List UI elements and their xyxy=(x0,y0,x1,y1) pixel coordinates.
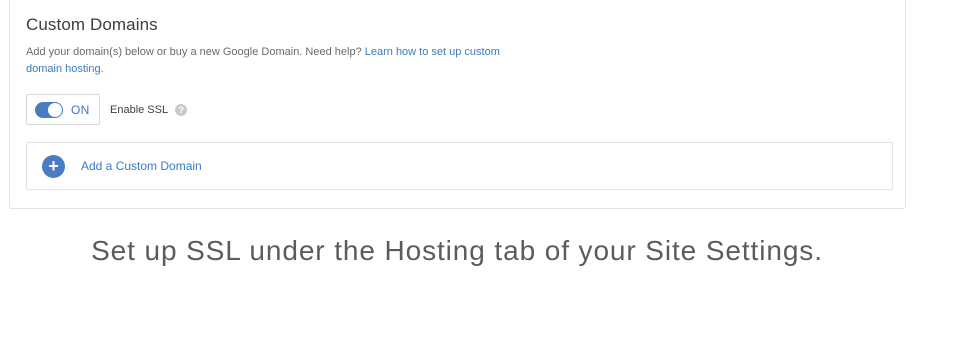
plus-circle-icon: + xyxy=(42,154,65,178)
caption: Set up SSL under the Hosting tab of your… xyxy=(91,235,823,266)
description-text: Add your domain(s) below or buy a new Go… xyxy=(26,46,365,58)
ssl-switch[interactable] xyxy=(35,101,63,118)
section-title: Custom Domains xyxy=(26,15,158,34)
ssl-toggle[interactable]: ON xyxy=(26,94,100,125)
switch-knob xyxy=(48,102,62,117)
ssl-toggle-state: ON xyxy=(71,102,90,117)
help-icon[interactable]: ? xyxy=(175,103,188,116)
ssl-row: ON Enable SSL ? xyxy=(26,94,188,125)
description-end: . xyxy=(100,63,104,75)
add-custom-domain-label: Add a Custom Domain xyxy=(81,159,202,173)
add-custom-domain-button[interactable]: + Add a Custom Domain xyxy=(26,142,893,190)
section-description: Add your domain(s) below or buy a new Go… xyxy=(26,44,536,78)
ssl-label: Enable SSL xyxy=(110,103,169,116)
custom-domains-panel: Custom Domains Add your domain(s) below … xyxy=(9,0,906,209)
